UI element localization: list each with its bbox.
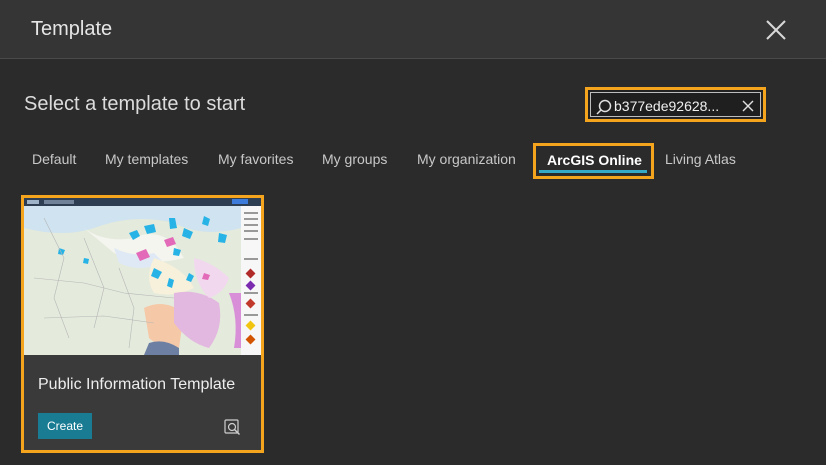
dialog-header: Template (0, 0, 826, 59)
search-field-highlight: b377ede92628... (585, 87, 766, 122)
tab-my-organization[interactable]: My organization (417, 151, 516, 167)
template-name: Public Information Template (38, 376, 236, 393)
template-thumbnail[interactable] (24, 198, 261, 355)
thumbnail-map (24, 198, 261, 355)
search-value[interactable]: b377ede92628... (614, 98, 734, 114)
search-icon (596, 99, 612, 115)
tab-default[interactable]: Default (32, 151, 76, 167)
tab-living-atlas[interactable]: Living Atlas (665, 151, 736, 167)
tab-my-favorites[interactable]: My favorites (218, 151, 293, 167)
search-input[interactable]: b377ede92628... (590, 92, 761, 117)
close-icon[interactable] (762, 16, 790, 44)
create-button[interactable]: Create (38, 413, 92, 439)
preview-icon[interactable] (224, 419, 241, 436)
tab-arcgis-online[interactable]: ArcGIS Online (533, 143, 654, 179)
tab-my-templates[interactable]: My templates (105, 151, 188, 167)
page-prompt: Select a template to start (24, 93, 246, 115)
dialog-title: Template (31, 18, 113, 40)
active-tab-indicator (539, 170, 647, 173)
template-card[interactable]: Public Information Template Create (21, 195, 264, 453)
tab-my-groups[interactable]: My groups (322, 151, 387, 167)
clear-icon[interactable] (741, 99, 755, 113)
tab-arcgis-online-label: ArcGIS Online (547, 152, 642, 168)
